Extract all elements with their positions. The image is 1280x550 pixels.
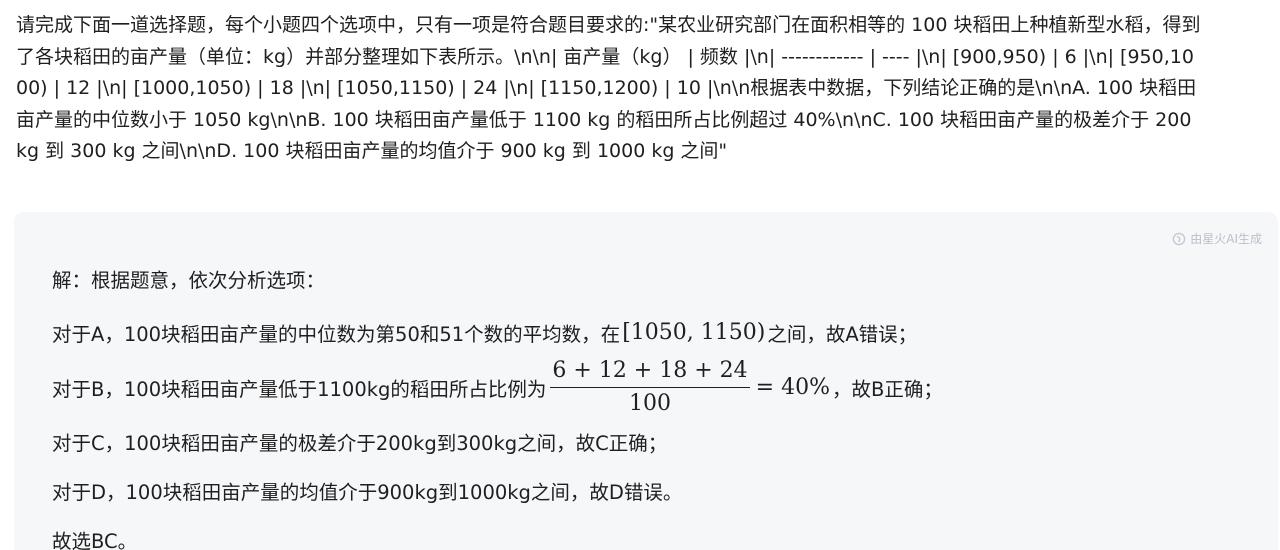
ai-generated-badge: 由星火AI生成: [1172, 230, 1262, 247]
chat-page: 请完成下面一道选择题，每个小题四个选项中，只有一项是符合题目要求的:"某农业研究…: [0, 0, 1280, 550]
answer-b-fraction: 6 + 12 + 18 + 24 100: [550, 358, 750, 417]
answer-body: 解：根据题意，依次分析选项： 对于A，100块稻田亩产量的中位数为第50和51个…: [52, 262, 1232, 550]
answer-a-prefix: 对于A，100块稻田亩产量的中位数为第50和51个数的平均数，在: [52, 323, 621, 346]
answer-d-text: 对于D，100块稻田亩产量的均值介于900kg到1000kg之间，故D错误。: [52, 481, 683, 504]
ai-badge-label: 由星火AI生成: [1190, 232, 1262, 246]
answer-line-d: 对于D，100块稻田亩产量的均值介于900kg到1000kg之间，故D错误。: [52, 466, 1232, 515]
answer-card: 由星火AI生成 解：根据题意，依次分析选项： 对于A，100块稻田亩产量的中位数…: [14, 212, 1278, 550]
answer-b-result: = 40%: [755, 374, 830, 400]
fraction-denominator: 100: [629, 390, 672, 416]
answer-line-c: 对于C，100块稻田亩产量的极差介于200kg到300kg之间，故C正确；: [52, 417, 1232, 466]
answer-line-b: 对于B，100块稻田亩产量低于1100kg的稻田所占比例为 6 + 12 + 1…: [52, 357, 1232, 417]
answer-b-suffix: ，故B正确；: [831, 377, 943, 401]
fraction-numerator: 6 + 12 + 18 + 24: [550, 358, 750, 388]
question-text: 请完成下面一道选择题，每个小题四个选项中，只有一项是符合题目要求的:"某农业研究…: [16, 14, 1201, 162]
answer-a-interval: [1050, 1150): [622, 320, 766, 345]
spark-logo-icon: [1172, 232, 1186, 246]
answer-intro: 解：根据题意，依次分析选项：: [52, 262, 1232, 294]
answer-line-a: 对于A，100块稻田亩产量的中位数为第50和51个数的平均数，在 [1050, …: [52, 308, 1232, 357]
answer-conclusion-text: 故选BC。: [52, 530, 138, 550]
answer-c-text: 对于C，100块稻田亩产量的极差介于200kg到300kg之间，故C正确；: [52, 432, 668, 455]
answer-intro-text: 解：根据题意，依次分析选项：: [52, 268, 326, 292]
answer-b-prefix: 对于B，100块稻田亩产量低于1100kg的稻田所占比例为: [52, 377, 547, 401]
answer-a-suffix: 之间，故A错误；: [767, 323, 918, 346]
answer-conclusion: 故选BC。: [52, 515, 1232, 550]
